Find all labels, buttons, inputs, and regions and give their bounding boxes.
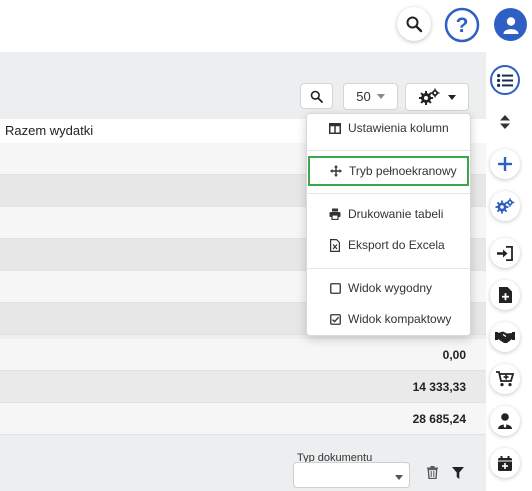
- settings-button[interactable]: [490, 191, 520, 221]
- columns-icon: [328, 121, 342, 135]
- add-calendar-event-button[interactable]: [490, 448, 520, 478]
- add-button[interactable]: [490, 149, 520, 179]
- menu-item-compact-view[interactable]: Widok kompaktowy: [307, 305, 470, 333]
- global-search-button[interactable]: [397, 7, 431, 41]
- caret-down-icon: [376, 94, 385, 99]
- menu-item-label: Ustawienia kolumn: [348, 121, 449, 135]
- excel-file-icon: [328, 238, 342, 252]
- table-row[interactable]: 14 333,33: [0, 371, 486, 403]
- page-size-select[interactable]: 50: [343, 83, 398, 110]
- search-icon: [310, 90, 323, 103]
- gears-icon: [495, 198, 515, 214]
- move-arrows-icon: [329, 164, 343, 178]
- printer-icon: [328, 207, 342, 221]
- menu-item-print-table[interactable]: Drukowanie tabeli: [307, 200, 470, 228]
- gears-icon: [419, 88, 440, 105]
- top-bar: ?: [0, 0, 532, 52]
- table-settings-button[interactable]: [405, 83, 469, 111]
- search-icon: [406, 16, 423, 33]
- add-to-cart-button[interactable]: [490, 364, 520, 394]
- sort-icon: [500, 115, 510, 129]
- row-value: 28 685,24: [412, 412, 466, 426]
- user-tie-button[interactable]: [490, 406, 520, 436]
- page-size-value: 50: [356, 89, 371, 104]
- menu-item-fullscreen[interactable]: Tryb pełnoekranowy: [308, 156, 469, 186]
- menu-divider: [307, 150, 470, 151]
- svg-text:?: ?: [456, 14, 469, 37]
- caret-down-icon: [395, 475, 403, 480]
- menu-item-label: Widok kompaktowy: [348, 312, 452, 326]
- row-value: 0,00: [442, 348, 466, 362]
- table-options-dropdown: Ustawienia kolumn Tryb pełnoekranowy Dru…: [306, 113, 471, 336]
- new-document-button[interactable]: [490, 280, 520, 310]
- user-icon: [503, 16, 518, 34]
- menu-item-export-excel[interactable]: Eksport do Excela: [307, 231, 470, 259]
- checkbox-empty-icon: [328, 281, 342, 295]
- filter-button[interactable]: [452, 466, 464, 484]
- menu-item-label: Widok wygodny: [348, 281, 433, 295]
- document-type-select[interactable]: [293, 462, 410, 488]
- user-tie-icon: [498, 413, 512, 429]
- clear-filters-button[interactable]: [427, 466, 438, 484]
- calendar-plus-icon: [498, 455, 512, 471]
- file-plus-icon: [498, 287, 512, 303]
- menu-item-column-settings[interactable]: Ustawienia kolumn: [307, 114, 470, 142]
- sign-in-icon: [497, 245, 513, 261]
- filter-icon: [452, 467, 464, 479]
- table-row[interactable]: 0,00: [0, 339, 486, 371]
- menu-item-comfortable-view[interactable]: Widok wygodny: [307, 274, 470, 302]
- menu-item-label: Eksport do Excela: [348, 238, 445, 252]
- handshake-button[interactable]: [490, 322, 520, 352]
- question-circle-icon: ?: [444, 7, 480, 43]
- sort-button[interactable]: [490, 107, 520, 137]
- column-header-razem-wydatki[interactable]: Razem wydatki: [5, 123, 93, 138]
- cart-plus-icon: [496, 371, 514, 387]
- caret-down-icon: [448, 94, 456, 100]
- checkbox-checked-icon: [328, 312, 342, 326]
- plus-icon: [498, 157, 512, 171]
- list-icon: [497, 73, 513, 87]
- import-button[interactable]: [490, 238, 520, 268]
- help-button[interactable]: ?: [444, 7, 480, 43]
- table-search-button[interactable]: [300, 83, 333, 109]
- menu-divider: [307, 268, 470, 269]
- handshake-icon: [495, 331, 515, 343]
- user-avatar-button[interactable]: [494, 8, 527, 41]
- row-value: 14 333,33: [412, 380, 466, 394]
- menu-divider: [307, 193, 470, 194]
- menu-item-label: Drukowanie tabeli: [348, 207, 444, 221]
- table-row[interactable]: 28 685,24: [0, 403, 486, 435]
- menu-item-label: Tryb pełnoekranowy: [349, 164, 457, 178]
- trash-icon: [427, 466, 438, 480]
- list-view-button[interactable]: [490, 65, 520, 95]
